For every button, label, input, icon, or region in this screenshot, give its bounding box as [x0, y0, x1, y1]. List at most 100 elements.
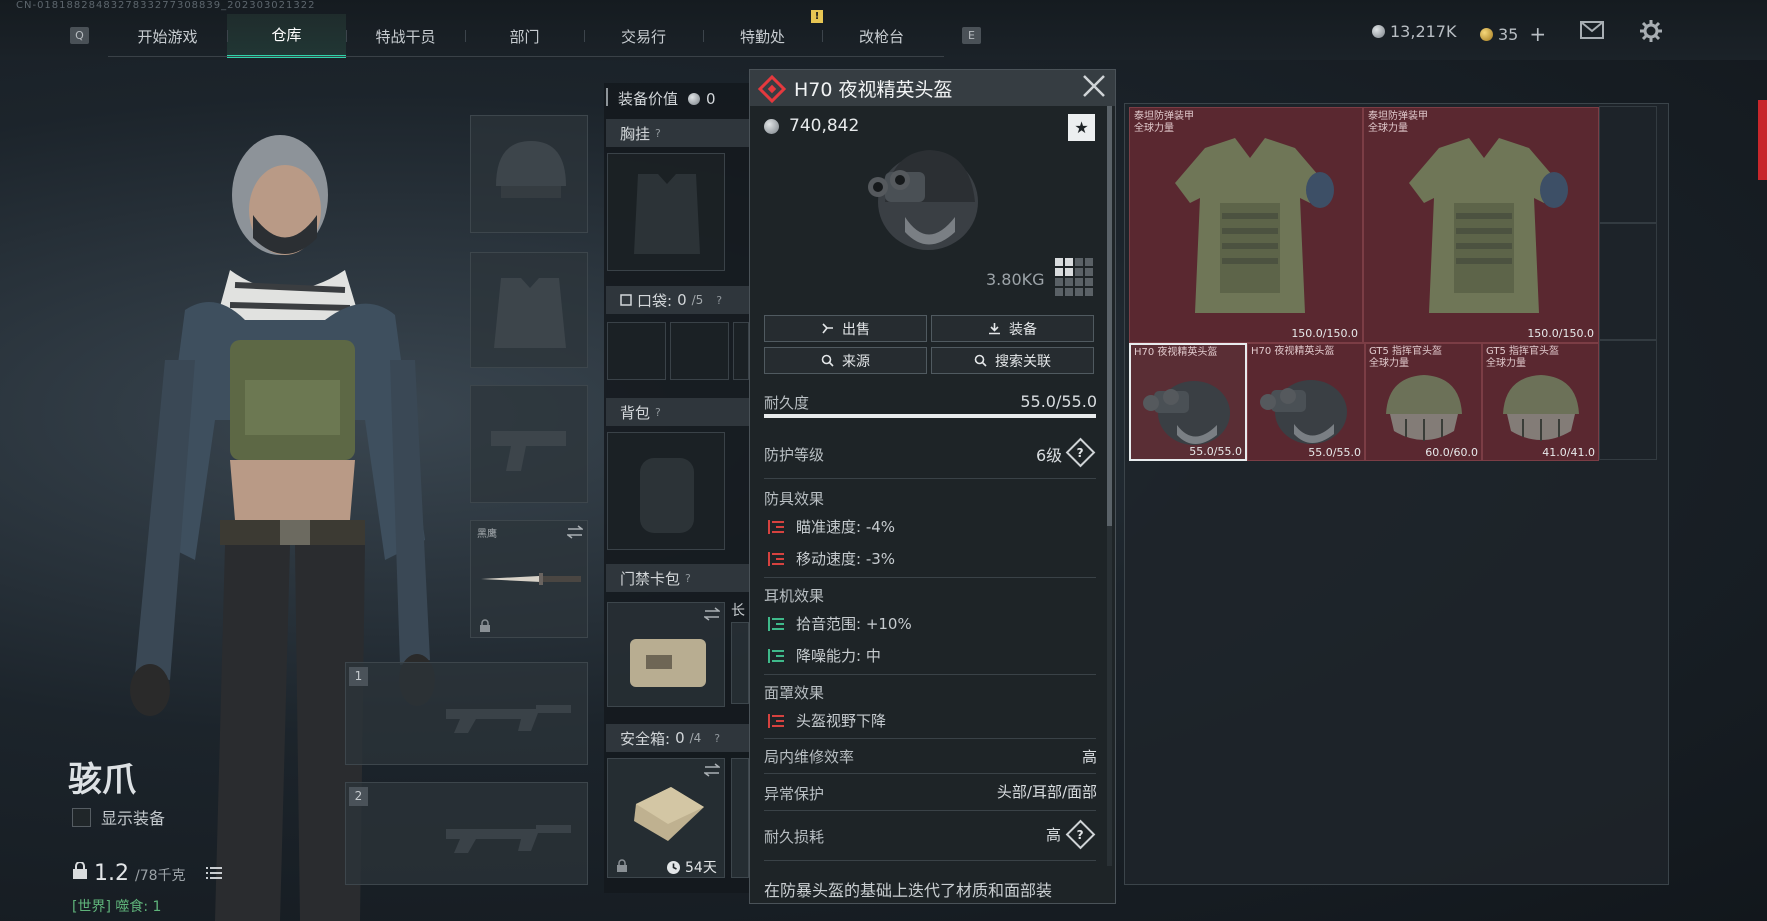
pocket-icon [620, 294, 632, 306]
wear-help-icon[interactable]: ? [1065, 819, 1096, 850]
inventory-item-helmet-selected[interactable]: H70 夜视精英头盔 55.0/55.0 [1129, 343, 1247, 461]
secure-box-max: /4 [689, 731, 702, 745]
list-icon[interactable] [205, 866, 222, 880]
tab-special-ops[interactable]: 特勤处 [703, 14, 822, 58]
body-armor-icon [1175, 138, 1334, 313]
abnormal-protection-label: 异常保护 [764, 785, 825, 803]
night-vision-helmet-icon [1143, 381, 1230, 445]
keycard-help-icon[interactable]: ? [685, 572, 691, 585]
mail-icon[interactable] [1580, 20, 1604, 45]
secure-box-label: 安全箱: [620, 729, 671, 748]
backpack-help-icon[interactable]: ? [655, 406, 661, 419]
item-durability: 55.0/55.0 [1189, 445, 1242, 458]
inventory-item-helmet[interactable]: GT5 指挥官头盔 全球力量 41.0/41.0 [1482, 343, 1599, 461]
show-equipment-toggle[interactable]: 显示装备 [72, 805, 165, 829]
operator-name: 骇爪 [68, 760, 136, 800]
vest-placeholder-icon [634, 174, 700, 254]
pistol-placeholder-icon [491, 431, 566, 471]
sidearm-slot[interactable] [470, 385, 588, 503]
melee-slot[interactable]: 黑鹰 [470, 520, 588, 638]
close-icon[interactable] [1080, 72, 1108, 107]
pocket-slot-1[interactable] [607, 322, 666, 380]
sell-button[interactable]: 出售 [764, 315, 927, 342]
side-notification-tab[interactable] [1758, 100, 1767, 180]
chest-rig-help-icon[interactable]: ? [655, 127, 661, 140]
secure-box-slot[interactable]: 54天 [607, 758, 725, 878]
rifle-placeholder-icon [446, 705, 571, 733]
pocket-slot-2[interactable] [670, 322, 729, 380]
item-durability: 150.0/150.0 [1291, 327, 1358, 340]
armor-placeholder-icon [494, 278, 566, 348]
pockets-count: 0 [677, 291, 687, 309]
sell-label: 出售 [842, 321, 870, 338]
knife-icon [481, 573, 581, 585]
helmet-slot[interactable] [470, 115, 588, 233]
inventory-item-helmet[interactable]: GT5 指挥官头盔 全球力量 60.0/60.0 [1365, 343, 1482, 461]
tab-warehouse[interactable]: 仓库 [227, 14, 346, 58]
inventory-item-armor[interactable]: 泰坦防弹装甲 全球力量 150.0/150.0 [1129, 107, 1363, 343]
swap-icon[interactable] [704, 763, 720, 777]
chest-rig-slot[interactable] [607, 153, 725, 271]
night-vision-helmet-icon [1260, 380, 1347, 444]
empty-cell[interactable] [1599, 340, 1657, 460]
silver-amount: 13,217K [1390, 22, 1457, 41]
search-related-button[interactable]: 搜索关联 [931, 347, 1094, 374]
weight-lock-icon [73, 862, 87, 879]
keycard-case-icon [630, 639, 706, 687]
show-equipment-checkbox[interactable] [72, 807, 91, 827]
empty-cell[interactable] [1599, 106, 1657, 223]
chest-rig-label: 胸挂 [620, 124, 651, 143]
protection-help-icon[interactable]: ? [1065, 437, 1096, 468]
tab-market[interactable]: 交易行 [584, 14, 703, 58]
swap-icon[interactable] [567, 525, 583, 539]
repair-efficiency-value: 高 [1081, 748, 1097, 766]
tab-gunsmith[interactable]: 改枪台 [822, 14, 941, 58]
tab-operators[interactable]: 特战干员 [346, 14, 465, 58]
durability-value: 55.0/55.0 [1020, 392, 1097, 411]
gold-amount: 35 [1498, 24, 1519, 44]
tab-start-game[interactable]: 开始游戏 [108, 14, 227, 58]
keycard-case-slot[interactable] [607, 602, 725, 707]
silver-currency[interactable]: 13,217K [1372, 22, 1456, 41]
primary-weapon-slot[interactable]: 1 [345, 662, 588, 765]
carry-weight: 1.2 /78千克 [72, 861, 222, 886]
equipment-value: 装备价值 0 [618, 88, 716, 109]
detail-scrollbar-thumb[interactable] [1107, 106, 1112, 526]
gold-currency[interactable]: 35 + [1480, 22, 1546, 46]
tab-department[interactable]: 部门 [465, 14, 584, 58]
pocket-slot-3[interactable] [733, 322, 749, 380]
search-icon [974, 354, 987, 367]
empty-cell[interactable] [1599, 223, 1657, 340]
positive-effect-icon [768, 648, 784, 663]
positive-effect-icon [768, 616, 784, 631]
secure-side-slot[interactable] [731, 758, 749, 878]
durability-bar-fill [764, 414, 1096, 418]
pockets-help-icon[interactable]: ? [716, 294, 722, 307]
inventory-item-armor[interactable]: 泰坦防弹装甲 全球力量 150.0/150.0 [1363, 107, 1599, 343]
backpack-slot[interactable] [607, 432, 725, 550]
protection-level-label: 防护等级 [764, 446, 825, 464]
lock-icon [480, 619, 490, 632]
world-chat-line[interactable]: [世界] 噬食: 1 [72, 896, 161, 916]
negative-effect-icon [768, 519, 784, 534]
source-button[interactable]: 来源 [764, 347, 927, 374]
pockets-max: /5 [691, 293, 704, 307]
lock-icon [617, 859, 627, 872]
add-gold-button[interactable]: + [1529, 22, 1546, 46]
body-armor-slot[interactable] [470, 252, 588, 368]
item-price-value: 740,842 [789, 116, 860, 136]
secondary-weapon-slot[interactable]: 2 [345, 782, 588, 885]
equip-button[interactable]: 装备 [931, 315, 1094, 342]
keycard-side-slot[interactable] [731, 622, 749, 704]
secure-case-icon [634, 787, 704, 841]
favorite-button[interactable]: ★ [1068, 114, 1095, 141]
prev-tab-key-hint: Q [70, 27, 89, 44]
gear-icon[interactable] [1640, 20, 1662, 48]
inventory-item-helmet[interactable]: H70 夜视精英头盔 55.0/55.0 [1247, 343, 1365, 461]
secure-box-help-icon[interactable]: ? [714, 732, 720, 745]
abnormal-protection-value: 头部/耳部/面部 [996, 783, 1097, 801]
helmet-item-image [868, 150, 978, 250]
item-description: 在防暴头盔的基础上迭代了材质和面部装 [764, 881, 1053, 900]
divider [764, 810, 1096, 811]
swap-icon[interactable] [704, 607, 720, 621]
